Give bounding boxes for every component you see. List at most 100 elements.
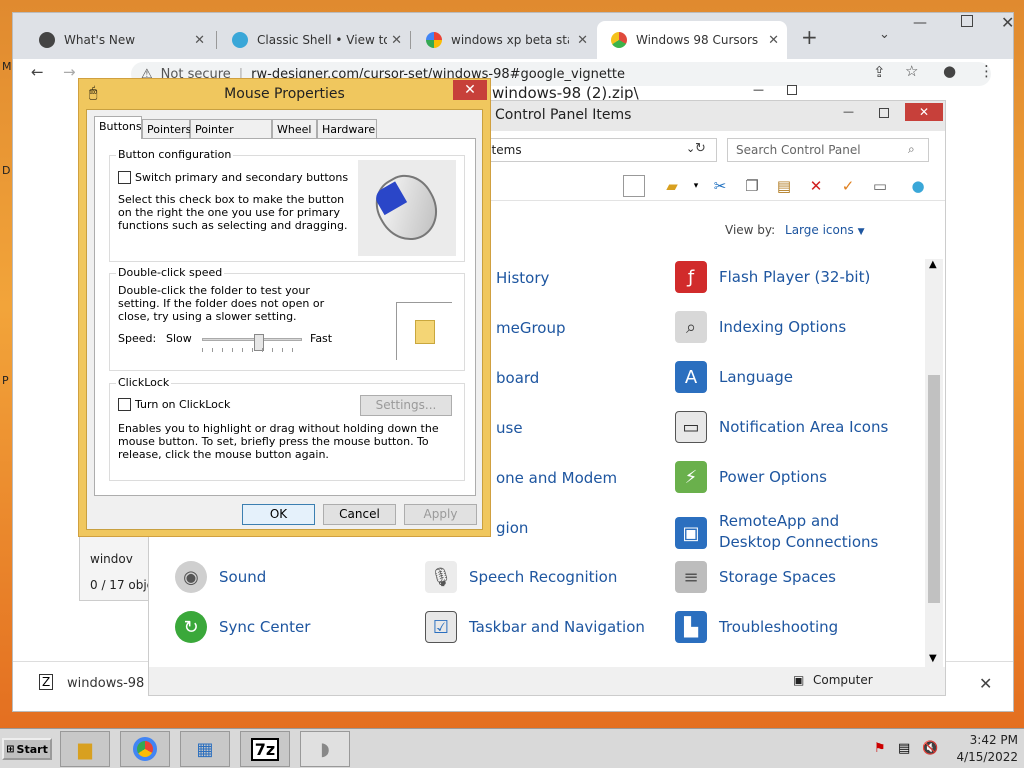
- bookmark-star-icon[interactable]: ☆: [905, 62, 918, 80]
- status-item-label: windov: [90, 552, 133, 566]
- delete-icon[interactable]: ✕: [805, 175, 827, 197]
- tab-search-icon[interactable]: ⌄: [879, 27, 890, 42]
- chrome-icon[interactable]: [120, 731, 170, 767]
- volume-muted-icon[interactable]: 🔇: [922, 741, 938, 756]
- maximize-icon[interactable]: [879, 108, 889, 118]
- new-tab-icon[interactable]: +: [801, 25, 818, 49]
- clock-date[interactable]: 4/15/2022: [950, 750, 1018, 764]
- close-window-icon[interactable]: ✕: [905, 103, 943, 121]
- tab-buttons[interactable]: Buttons: [94, 116, 142, 139]
- cut-icon[interactable]: ✂: [709, 175, 731, 197]
- tab-separator: [410, 31, 411, 49]
- item-indexing-options[interactable]: ⌕ Indexing Options: [675, 311, 846, 343]
- test-folder-area[interactable]: [396, 302, 452, 360]
- share-icon[interactable]: ⇪: [873, 63, 886, 81]
- clicklock-checkbox[interactable]: [118, 398, 131, 411]
- minimize-icon[interactable]: —: [843, 105, 854, 118]
- check-icon[interactable]: ✓: [837, 175, 859, 197]
- search-input[interactable]: Search Control Panel ⌕: [727, 138, 929, 162]
- scroll-down-icon[interactable]: ▼: [929, 653, 937, 664]
- item-mouse[interactable]: use: [496, 419, 523, 437]
- vertical-scrollbar[interactable]: ▲ ▼: [925, 259, 943, 667]
- item-taskbar-and-navigation[interactable]: ☑ Taskbar and Navigation: [425, 611, 645, 643]
- item-language[interactable]: A Language: [675, 361, 793, 393]
- tab-title: windows xp beta start b: [451, 33, 569, 47]
- double-click-description: Double-click the folder to test your set…: [118, 284, 325, 323]
- tab-wheel[interactable]: Wheel: [272, 119, 317, 138]
- close-tab-icon[interactable]: ✕: [194, 33, 205, 48]
- tab-whats-new[interactable]: What's New ✕: [25, 21, 213, 59]
- item-flash-player[interactable]: ƒ Flash Player (32-bit): [675, 261, 870, 293]
- forward-icon[interactable]: →: [63, 63, 76, 81]
- apply-button[interactable]: Apply: [404, 504, 477, 525]
- close-download-bar-icon[interactable]: ✕: [979, 674, 992, 693]
- item-phone-and-modem[interactable]: one and Modem: [496, 469, 617, 487]
- view-by: View by: Large icons ▼: [725, 223, 864, 237]
- control-panel-icon[interactable]: ▦: [180, 731, 230, 767]
- refresh-icon[interactable]: ↻: [695, 141, 706, 156]
- tab-pointer-options[interactable]: Pointer Options: [190, 119, 272, 149]
- minimize-icon[interactable]: —: [913, 15, 927, 31]
- maximize-icon[interactable]: [787, 85, 797, 95]
- layout-icon[interactable]: [623, 175, 645, 197]
- file-explorer-icon[interactable]: ▆: [60, 731, 110, 767]
- item-notification-area-icons[interactable]: ▭ Notification Area Icons: [675, 411, 888, 443]
- profile-icon[interactable]: ●: [943, 62, 956, 80]
- close-window-icon[interactable]: ✕: [1001, 13, 1014, 32]
- item-speech-recognition[interactable]: 🎙 Speech Recognition: [425, 561, 617, 593]
- folder-icon[interactable]: [414, 319, 435, 344]
- tab-hardware[interactable]: Hardware: [317, 119, 377, 138]
- cancel-button[interactable]: Cancel: [323, 504, 396, 525]
- tab-classic-shell[interactable]: Classic Shell • View topic ✕: [218, 21, 410, 59]
- dropdown-icon[interactable]: ▾: [685, 175, 707, 197]
- troubleshoot-icon: ▙: [675, 611, 707, 643]
- primary-button-highlight: [372, 181, 408, 216]
- address-field[interactable]: Items ⌄: [479, 138, 717, 162]
- mouse-properties-task-icon[interactable]: ◗: [300, 731, 350, 767]
- folder-check-icon[interactable]: ▰: [661, 175, 683, 197]
- tab-google-search[interactable]: windows xp beta start b ✕: [412, 21, 596, 59]
- clicklock-settings-button[interactable]: Settings...: [360, 395, 452, 416]
- paste-icon[interactable]: ▤: [773, 175, 795, 197]
- network-icon[interactable]: ▤: [898, 741, 910, 756]
- clock-time[interactable]: 3:42 PM: [956, 733, 1018, 747]
- back-icon[interactable]: ←: [31, 63, 44, 81]
- shell-icon[interactable]: ●: [907, 175, 929, 197]
- minimize-icon[interactable]: —: [753, 83, 764, 96]
- close-icon[interactable]: ✕: [453, 80, 487, 100]
- view-by-selector[interactable]: Large icons: [785, 223, 854, 237]
- item-region[interactable]: gion: [496, 519, 528, 537]
- action-center-flag-icon[interactable]: ⚑: [874, 741, 886, 756]
- scroll-up-icon[interactable]: ▲: [929, 259, 937, 270]
- item-troubleshooting[interactable]: ▙ Troubleshooting: [675, 611, 838, 643]
- start-button[interactable]: ⊞ Start: [2, 738, 52, 760]
- item-remoteapp[interactable]: ▣ RemoteApp and Desktop Connections: [675, 511, 885, 553]
- tab-windows-98-cursors[interactable]: Windows 98 Cursors ✕: [597, 21, 787, 59]
- chevron-down-icon[interactable]: ⌄: [686, 142, 695, 155]
- item-keyboard[interactable]: board: [496, 369, 539, 387]
- item-sound[interactable]: ◉ Sound: [175, 561, 266, 593]
- tab-pointers[interactable]: Pointers: [142, 119, 191, 138]
- close-tab-icon[interactable]: ✕: [768, 33, 779, 48]
- ok-button[interactable]: OK: [242, 504, 315, 525]
- seven-zip-icon[interactable]: 7z: [240, 731, 290, 767]
- close-tab-icon[interactable]: ✕: [391, 33, 402, 48]
- dialog-title: Mouse Properties: [224, 86, 345, 102]
- scroll-thumb[interactable]: [928, 375, 940, 603]
- item-homegroup[interactable]: meGroup: [496, 319, 566, 337]
- desktop-edge-label-2: D: [2, 164, 11, 177]
- switch-buttons-checkbox[interactable]: [118, 171, 131, 184]
- battery-icon: ⚡: [675, 461, 707, 493]
- item-history[interactable]: History: [496, 269, 549, 287]
- maximize-icon[interactable]: [961, 15, 973, 27]
- item-sync-center[interactable]: ↻ Sync Center: [175, 611, 310, 643]
- close-tab-icon[interactable]: ✕: [577, 33, 588, 48]
- copy-icon[interactable]: ❐: [741, 175, 763, 197]
- menu-icon[interactable]: ⋮: [979, 62, 994, 80]
- properties-icon[interactable]: ▭: [869, 175, 891, 197]
- speed-slider[interactable]: [202, 334, 302, 352]
- item-power-options[interactable]: ⚡ Power Options: [675, 461, 827, 493]
- desktop-edge-label-3: P: [2, 374, 9, 387]
- slider-ticks: [202, 348, 302, 352]
- item-storage-spaces[interactable]: ≡ Storage Spaces: [675, 561, 836, 593]
